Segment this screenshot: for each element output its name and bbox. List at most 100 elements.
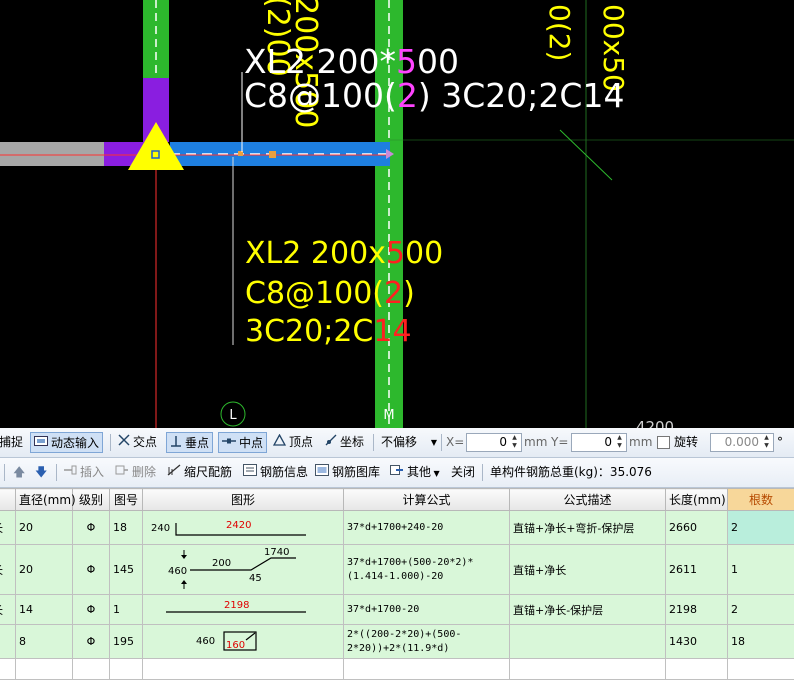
rebar-shape-1: 2198 — [166, 600, 306, 613]
table-row[interactable]: 长 14 Φ 1 2198 37*d+1700-20 直锚+净长-保护层 219… — [0, 594, 794, 625]
col-formula[interactable]: 计算公式 — [343, 488, 510, 511]
midpoint-snap-button[interactable]: 中点 — [218, 432, 268, 453]
table-row-empty[interactable] — [0, 658, 794, 680]
dynamic-input-button[interactable]: 动态输入 — [30, 432, 104, 453]
insert-label: 插入 — [80, 465, 105, 479]
rotate-spinner[interactable]: ▲ ▼ — [761, 434, 772, 451]
x-input[interactable]: 0 ▲ ▼ — [466, 433, 522, 452]
capture-label: 捕捉 — [0, 435, 24, 449]
offset-select-value: 不偏移 — [381, 435, 418, 449]
other-menu-button[interactable]: 其他 ▼ — [387, 462, 443, 483]
svg-text:2420: 2420 — [226, 520, 251, 531]
rotate-input[interactable]: 0.000 ▲ ▼ — [710, 433, 774, 452]
cell-description[interactable] — [509, 624, 666, 659]
col-diameter[interactable]: 直径(mm) — [15, 488, 76, 511]
move-down-button[interactable]: 🡇 — [32, 462, 50, 483]
wall-left[interactable] — [0, 142, 104, 166]
intersection-snap-button[interactable]: 交点 — [115, 432, 160, 453]
cell-name[interactable]: 长 — [0, 594, 16, 625]
cell-name[interactable]: 长 — [0, 510, 16, 545]
svg-text:2198: 2198 — [224, 600, 249, 611]
col-name[interactable] — [0, 488, 16, 511]
col-grade[interactable]: 级别 — [72, 488, 110, 511]
table-header: 直径(mm) 级别 图号 图形 计算公式 公式描述 长度(mm) 根数 — [0, 488, 794, 511]
cell-description[interactable]: 直锚+净长+弯折-保护层 — [509, 510, 666, 545]
grip-mid[interactable] — [269, 151, 276, 158]
col-shape[interactable]: 图形 — [142, 488, 344, 511]
rebar-library-button[interactable]: 钢筋图库 — [312, 462, 383, 483]
beam-annotation-line1: XL2 200x500 — [245, 236, 443, 271]
vertical-label-right: 0(2) — [543, 4, 576, 61]
col-count[interactable]: 根数 — [727, 488, 794, 511]
perpendicular-snap-button[interactable]: 垂点 — [166, 432, 214, 454]
col-shape-no[interactable]: 图号 — [109, 488, 143, 511]
cell-grade[interactable]: Φ — [72, 594, 110, 625]
svg-text:160: 160 — [226, 640, 245, 651]
cell-shape[interactable]: 460 1740 200 45 — [142, 544, 344, 595]
rebar-shape-145: 460 1740 200 45 — [168, 547, 296, 589]
cad-drawing-canvas[interactable]: L M 4200 (2)00 200x500 0(2) 00x50 XL2 20… — [0, 0, 794, 428]
svg-text:1740: 1740 — [264, 547, 289, 558]
insert-button[interactable]: 插入 — [60, 462, 107, 483]
capture-button[interactable]: 捕捉 — [0, 432, 26, 453]
delete-button[interactable]: 删除 — [112, 462, 159, 483]
cell-name[interactable]: 长 — [0, 544, 16, 595]
rebar-library-icon — [315, 462, 329, 483]
delete-label: 删除 — [132, 465, 157, 479]
rotate-checkbox[interactable]: 旋转 — [654, 432, 701, 453]
cell-formula[interactable]: 2*((200-2*20)+(500-2*20))+2*(11.9*d) — [343, 624, 510, 659]
cell-count[interactable]: 2 — [727, 510, 794, 545]
cell-shape[interactable]: 240 2420 — [142, 510, 344, 545]
cad-drawing[interactable]: L M 4200 (2)00 200x500 0(2) 00x50 XL2 20… — [0, 0, 794, 428]
y-label: Y= — [551, 435, 569, 449]
cell-shape-no[interactable]: 195 — [109, 624, 143, 659]
table-row[interactable]: 长 20 Φ 145 460 1740 200 45 37*d+1700+(50… — [0, 544, 794, 595]
cell-length[interactable]: 2611 — [665, 544, 728, 595]
perpendicular-icon — [170, 433, 182, 454]
degree-label: ° — [777, 435, 783, 449]
cell-name[interactable] — [0, 624, 16, 659]
cell-grade[interactable]: Φ — [72, 624, 110, 659]
beam-annotation-line3: 3C20;2C14 — [245, 314, 412, 349]
cell-formula[interactable]: 37*d+1700+(500-20*2)*(1.414-1.000)-20 — [343, 544, 510, 595]
cell-count[interactable]: 2 — [727, 594, 794, 625]
cell-formula[interactable]: 37*d+1700+240-20 — [343, 510, 510, 545]
x-spinner[interactable]: ▲ ▼ — [509, 434, 520, 451]
cell-shape-no[interactable]: 145 — [109, 544, 143, 595]
cell-shape[interactable]: 460 160 — [142, 624, 344, 659]
vertex-snap-button[interactable]: 顶点 — [270, 432, 316, 453]
cell-diameter[interactable]: 14 — [15, 594, 73, 625]
rebar-info-button[interactable]: 钢筋信息 — [240, 462, 311, 483]
cell-length[interactable]: 2660 — [665, 510, 728, 545]
cell-count[interactable]: 1 — [727, 544, 794, 595]
col-length[interactable]: 长度(mm) — [665, 488, 728, 511]
cell-shape-no[interactable]: 1 — [109, 594, 143, 625]
cell-shape[interactable]: 2198 — [142, 594, 344, 625]
close-button[interactable]: 关闭 — [448, 462, 478, 483]
cell-grade[interactable]: Φ — [72, 510, 110, 545]
rotate-checkbox-box[interactable] — [657, 436, 670, 449]
scale-rebar-button[interactable]: 缩尺配筋 — [164, 462, 235, 483]
y-spinner[interactable]: ▲ ▼ — [614, 434, 625, 451]
coordinate-snap-button[interactable]: 坐标 — [322, 432, 367, 453]
y-input[interactable]: 0 ▲ ▼ — [571, 433, 627, 452]
cell-diameter[interactable]: 20 — [15, 510, 73, 545]
cell-diameter[interactable]: 20 — [15, 544, 73, 595]
move-up-button[interactable]: 🡅 — [10, 462, 28, 483]
cell-formula[interactable]: 37*d+1700-20 — [343, 594, 510, 625]
snap-toolbar: 捕捉 动态输入 交点 垂点 中点 顶点 坐标 不偏移 ▼ X= 0 ▲ ▼ mm Y… — [0, 428, 794, 458]
cell-count[interactable]: 18 — [727, 624, 794, 659]
cell-length[interactable]: 2198 — [665, 594, 728, 625]
col-description[interactable]: 公式描述 — [509, 488, 666, 511]
cell-grade[interactable]: Φ — [72, 544, 110, 595]
cell-shape-no[interactable]: 18 — [109, 510, 143, 545]
chevron-down-icon: ▼ — [431, 469, 440, 478]
cell-description[interactable]: 直锚+净长-保护层 — [509, 594, 666, 625]
cell-diameter[interactable]: 8 — [15, 624, 73, 659]
arrow-up-icon: 🡅 — [13, 465, 26, 479]
offset-select[interactable]: 不偏移 ▼ — [378, 432, 440, 453]
table-row[interactable]: 长 20 Φ 18 240 2420 37*d+1700+240-20 直锚+净… — [0, 510, 794, 545]
cell-length[interactable]: 1430 — [665, 624, 728, 659]
table-row[interactable]: 8 Φ 195 460 160 2*((200-2*20)+(500-2*20)… — [0, 624, 794, 659]
cell-description[interactable]: 直锚+净长 — [509, 544, 666, 595]
